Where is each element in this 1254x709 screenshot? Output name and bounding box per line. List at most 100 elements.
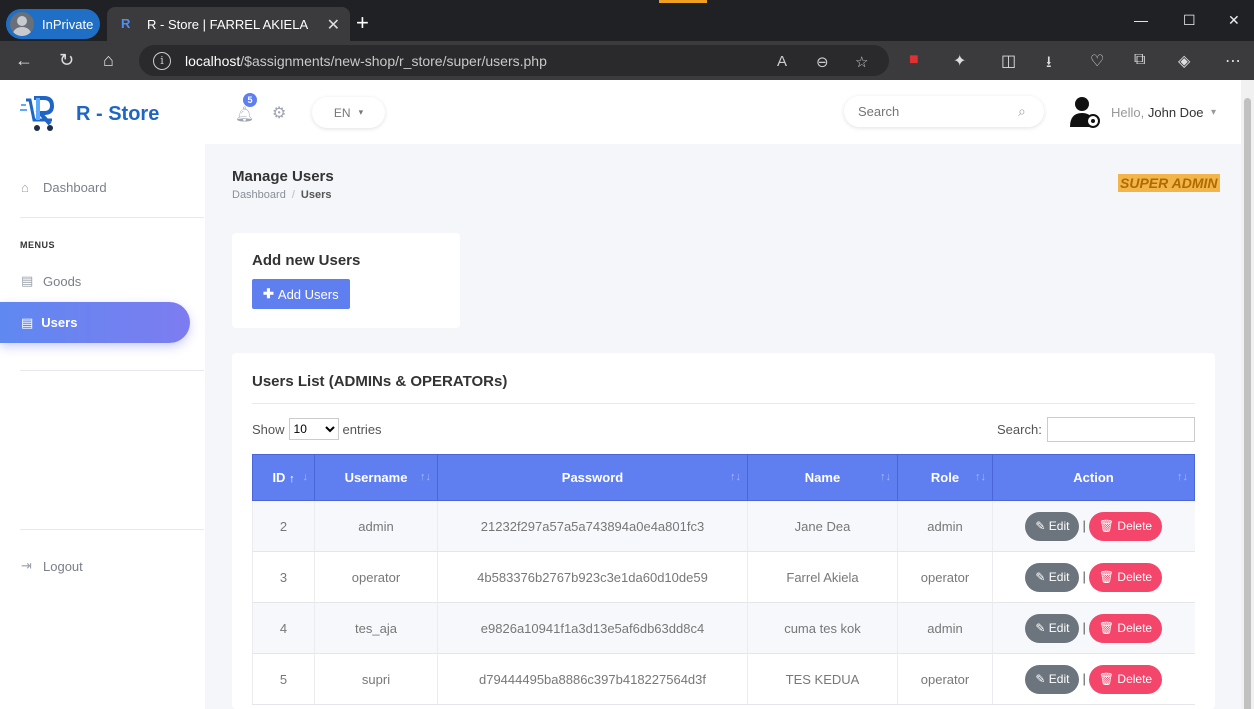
maximize-icon[interactable]: ☐: [1183, 12, 1196, 29]
back-icon[interactable]: ←: [15, 50, 33, 71]
browser-tab[interactable]: R R - Store | FARREL AKIELA ✕: [107, 7, 350, 41]
r-store-logo-icon: [20, 96, 55, 131]
home-icon: ⌂: [21, 180, 29, 195]
column-header-password[interactable]: Password ↑↓: [437, 454, 748, 501]
search-icon[interactable]: ⌕: [1018, 103, 1026, 120]
copilot-icon[interactable]: ◈: [1178, 51, 1190, 71]
sort-icon: ↓: [302, 471, 309, 483]
cell-id: 5: [252, 653, 315, 705]
edit-button[interactable]: ✎ Edit: [1025, 664, 1080, 694]
ublock-extension-icon[interactable]: ■: [909, 51, 919, 69]
user-avatar-icon[interactable]: [1069, 95, 1101, 129]
add-users-title: Add new Users: [252, 252, 361, 269]
zoom-icon[interactable]: ⊖: [816, 53, 829, 71]
scrollbar-thumb[interactable]: [1244, 98, 1251, 709]
notification-bell-icon[interactable]: 🔔︎: [235, 105, 254, 123]
brand-logo[interactable]: R - Store: [20, 94, 159, 134]
edit-button[interactable]: ✎ Edit: [1025, 511, 1080, 541]
cell-role: admin: [897, 602, 993, 654]
trash-icon: 🗑︎: [1098, 672, 1118, 686]
home-icon[interactable]: ⌂: [103, 50, 114, 71]
close-tab-icon[interactable]: ✕: [327, 15, 340, 35]
column-header-action[interactable]: Action ↑↓: [992, 454, 1195, 501]
column-header-name[interactable]: Name ↑↓: [747, 454, 898, 501]
chevron-down-icon[interactable]: ▾: [1211, 107, 1216, 118]
user-greeting[interactable]: Hello, John Doe: [1111, 105, 1204, 120]
sort-icon: ↑↓: [975, 471, 986, 483]
column-header-username[interactable]: Username ↑↓: [314, 454, 438, 501]
entries-select[interactable]: 10: [288, 418, 339, 440]
edit-icon: ✎: [1035, 570, 1049, 584]
cell-id: 4: [252, 602, 315, 654]
split-screen-icon[interactable]: ◫: [1001, 51, 1016, 71]
cell-username: supri: [314, 653, 438, 705]
edit-button[interactable]: ✎ Edit: [1025, 562, 1080, 592]
add-users-button[interactable]: ✚ Add Users: [252, 279, 350, 309]
site-favicon-icon: R: [121, 16, 131, 31]
edit-icon: ✎: [1035, 519, 1049, 533]
sidebar-item-label: Users: [41, 315, 78, 330]
column-header-id[interactable]: ID ↑ ↓: [252, 454, 315, 501]
minimize-icon[interactable]: —: [1134, 12, 1148, 28]
page-scrollbar[interactable]: [1241, 80, 1254, 709]
read-aloud-icon[interactable]: A: [777, 53, 787, 70]
users-table: ID ↑ ↓ Username ↑↓ Password ↑↓ Name ↑↓ Role ↑…: [252, 454, 1195, 705]
user-name: John Doe: [1147, 105, 1204, 120]
collections-icon[interactable]: ⧉: [1134, 51, 1145, 69]
cell-password: d79444495ba8886c397b418227564d3f: [437, 653, 748, 705]
trash-icon: 🗑︎: [1098, 570, 1118, 584]
cell-name: Jane Dea: [747, 500, 898, 552]
delete-button[interactable]: 🗑︎ Delete: [1088, 562, 1163, 592]
breadcrumb: Dashboard / Users: [232, 189, 332, 201]
delete-label: Delete: [1117, 519, 1153, 533]
sort-icon: ↑↓: [420, 471, 431, 483]
table-search-input[interactable]: [1047, 417, 1195, 442]
add-users-label: Add Users: [277, 286, 339, 302]
users-list-card: Users List (ADMINs & OPERATORs) Show 10 …: [232, 353, 1215, 709]
edit-button[interactable]: ✎ Edit: [1025, 613, 1080, 643]
menus-heading: MENUS: [20, 240, 56, 250]
language-select[interactable]: EN ▾: [312, 97, 385, 128]
inprivate-button[interactable]: InPrivate: [6, 9, 100, 39]
cell-role: operator: [897, 551, 993, 603]
site-info-icon[interactable]: i: [153, 51, 171, 70]
delete-button[interactable]: 🗑︎ Delete: [1088, 613, 1163, 643]
column-header-role[interactable]: Role ↑↓: [897, 454, 993, 501]
delete-button[interactable]: 🗑︎ Delete: [1088, 511, 1163, 541]
cell-password: e9826a10941f1a3d13e5af6db63dd8c4: [437, 602, 748, 654]
cell-action: ✎ Edit | 🗑︎ Delete: [992, 602, 1195, 654]
sidebar-item-label: Dashboard: [43, 180, 107, 195]
delete-label: Delete: [1117, 570, 1153, 584]
more-menu-icon[interactable]: ⋯: [1225, 51, 1241, 71]
downloads-icon[interactable]: ⭳: [1046, 51, 1052, 78]
search-input[interactable]: [844, 96, 1044, 127]
cell-name: Farrel Akiela: [747, 551, 898, 603]
divider: [20, 370, 204, 371]
browser-essentials-icon[interactable]: ♡: [1090, 51, 1104, 71]
favorite-star-icon[interactable]: ☆: [855, 53, 868, 71]
breadcrumb-home[interactable]: Dashboard: [232, 189, 286, 201]
new-tab-icon[interactable]: +: [356, 10, 369, 36]
cell-role: operator: [897, 653, 993, 705]
cell-name: TES KEDUA: [747, 653, 898, 705]
column-header-label: Name: [804, 470, 841, 485]
edit-label: Edit: [1048, 621, 1070, 635]
sidebar-item-goods[interactable]: ▤ Goods: [0, 273, 81, 289]
gear-icon[interactable]: ⚙: [272, 103, 286, 123]
close-window-icon[interactable]: ✕: [1228, 12, 1240, 29]
table-row: 3 operator 4b583376b2767b923c3e1da60d10d…: [252, 551, 1195, 603]
show-label: Show: [252, 421, 285, 437]
table-search-label: Search:: [997, 422, 1042, 437]
refresh-icon[interactable]: ↻: [59, 50, 74, 71]
column-header-label: Username: [344, 470, 408, 485]
sidebar-item-dashboard[interactable]: ⌂ Dashboard: [0, 180, 107, 195]
delete-button[interactable]: 🗑︎ Delete: [1088, 664, 1163, 694]
sidebar-item-users[interactable]: ▤ Users: [0, 302, 190, 343]
sort-asc-icon: ↑: [289, 473, 295, 485]
extensions-icon[interactable]: ✦: [953, 51, 966, 71]
sidebar-item-logout[interactable]: ⇥ Logout: [0, 558, 83, 574]
divider: [20, 529, 204, 530]
top-bar: 🔔︎ 5 ⚙ EN ▾ ⌕ Hello, John Doe ▾: [205, 80, 1241, 144]
edit-label: Edit: [1048, 672, 1070, 686]
cell-username: tes_aja: [314, 602, 438, 654]
